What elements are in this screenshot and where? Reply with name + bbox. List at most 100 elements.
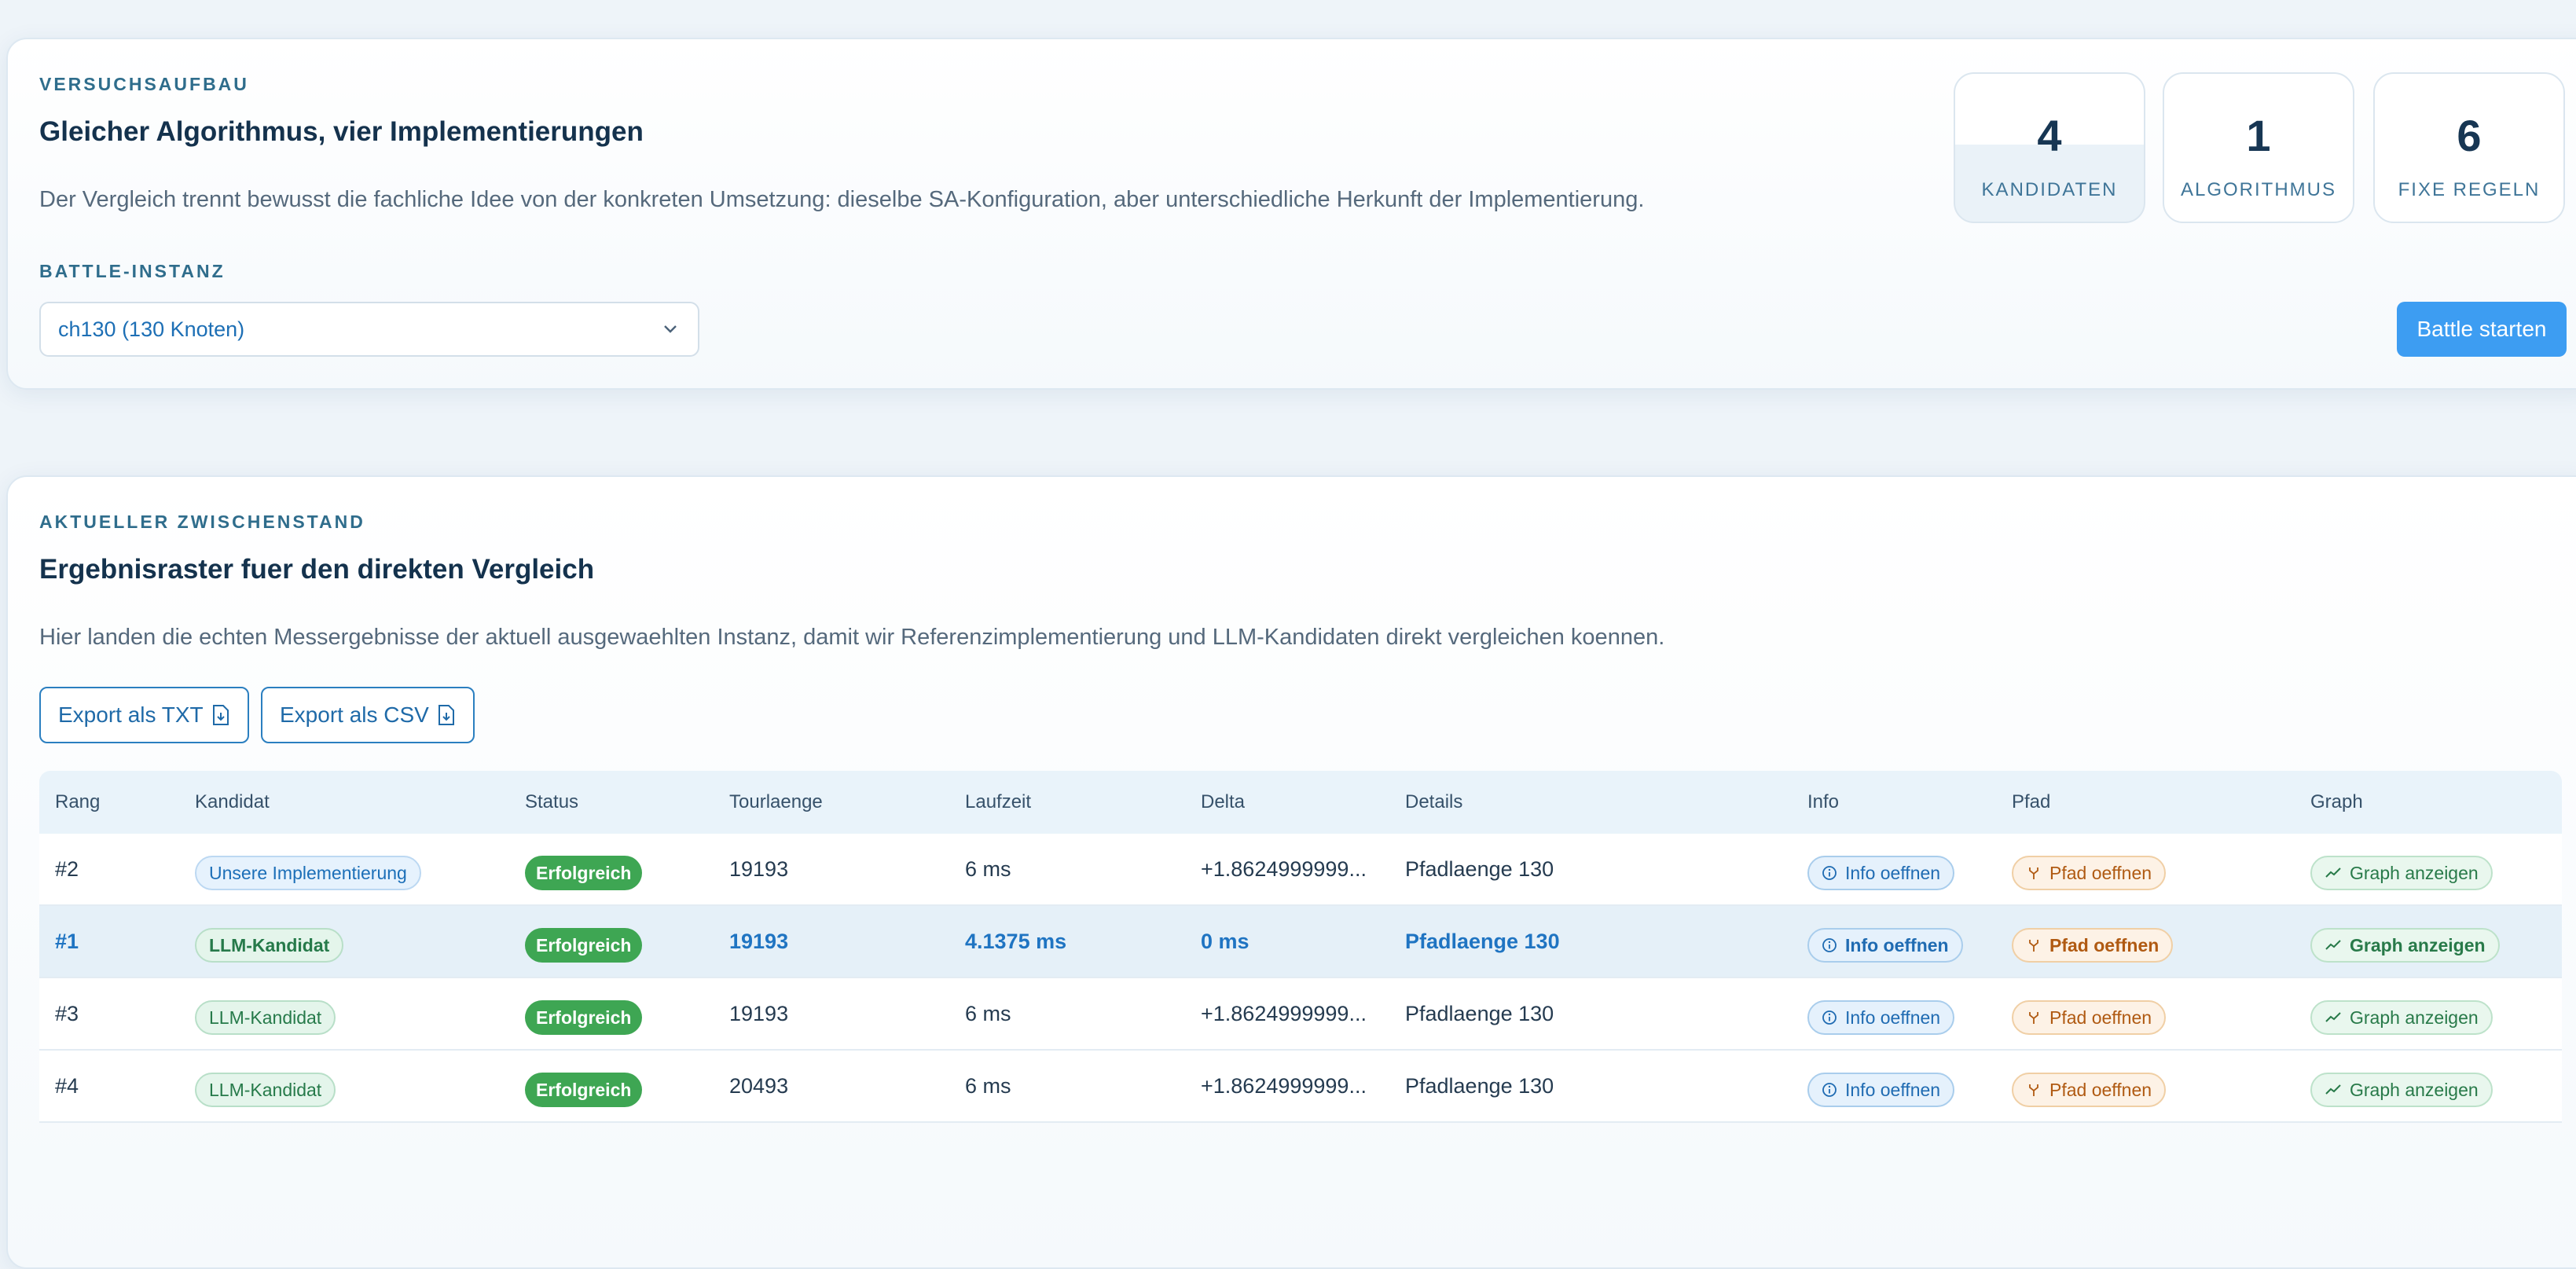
info-open-button[interactable]: Info oeffnen xyxy=(1807,856,1955,890)
info-open-label: Info oeffnen xyxy=(1845,1079,1941,1100)
export-txt-label: Export als TXT xyxy=(58,702,204,727)
table-row: #3 LLM-Kandidat Erfolgreich 19193 6 ms +… xyxy=(39,978,2562,1051)
stat-rules-value: 6 xyxy=(2457,111,2482,160)
stat-algorithm-label: ALGORITHMUS xyxy=(2180,179,2336,200)
col-path: Pfad xyxy=(2012,791,2051,812)
chevron-down-icon xyxy=(664,325,677,333)
path-fork-icon xyxy=(2029,1084,2038,1096)
graph-show-button[interactable]: Graph anzeigen xyxy=(2310,1073,2493,1107)
delta-cell: 0 ms xyxy=(1201,930,1249,953)
col-tour: Tourlaenge xyxy=(729,791,823,812)
tour-length-cell: 19193 xyxy=(729,857,789,881)
graph-show-label: Graph anzeigen xyxy=(2350,934,2486,955)
runtime-cell: 6 ms xyxy=(965,857,1011,881)
rank-cell: #1 xyxy=(55,930,79,953)
instance-select-value: ch130 (130 Knoten) xyxy=(58,317,245,341)
status-badge: Erfolgreich xyxy=(525,856,643,890)
setup-eyebrow: VERSUCHSAUFBAU xyxy=(39,74,249,94)
trend-line-icon xyxy=(2325,867,2341,878)
stat-rules: 6 FIXE REGELN xyxy=(2373,72,2565,223)
instance-select[interactable]: ch130 (130 Knoten) xyxy=(39,302,699,357)
stat-algorithm-value: 1 xyxy=(2246,111,2271,160)
delta-cell: +1.8624999999... xyxy=(1201,857,1367,881)
info-icon xyxy=(1822,1010,1837,1025)
setup-card: VERSUCHSAUFBAU Gleicher Algorithmus, vie… xyxy=(6,38,2576,390)
results-description: Hier landen die echten Messergebnisse de… xyxy=(39,625,1665,650)
candidate-badge: LLM-Kandidat xyxy=(195,1073,336,1107)
rank-cell: #4 xyxy=(55,1074,79,1098)
results-table: Rang Kandidat Status Tourlaenge Laufzeit… xyxy=(39,771,2562,1123)
col-graph: Graph xyxy=(2310,791,2363,812)
path-open-button[interactable]: Pfad oeffnen xyxy=(2012,856,2167,890)
trend-line-icon xyxy=(2325,1012,2341,1022)
export-csv-button[interactable]: Export als CSV xyxy=(261,687,475,743)
candidate-badge: LLM-Kandidat xyxy=(195,928,344,963)
info-icon xyxy=(1822,866,1837,880)
delta-cell: +1.8624999999... xyxy=(1201,1074,1367,1098)
results-title: Ergebnisraster fuer den direkten Verglei… xyxy=(39,554,595,585)
graph-show-button[interactable]: Graph anzeigen xyxy=(2310,1000,2493,1035)
results-card: AKTUELLER ZWISCHENSTAND Ergebnisraster f… xyxy=(6,475,2576,1269)
trend-line-icon xyxy=(2325,1084,2341,1095)
graph-show-button[interactable]: Graph anzeigen xyxy=(2310,856,2493,890)
path-fork-icon xyxy=(2029,1012,2038,1024)
instance-label: BATTLE-INSTANZ xyxy=(39,261,226,281)
col-delta: Delta xyxy=(1201,791,1246,812)
runtime-cell: 6 ms xyxy=(965,1074,1011,1098)
export-csv-label: Export als CSV xyxy=(280,702,429,727)
path-fork-icon xyxy=(2029,867,2038,879)
path-open-button[interactable]: Pfad oeffnen xyxy=(2012,928,2174,963)
setup-title: Gleicher Algorithmus, vier Implementieru… xyxy=(39,116,644,147)
info-icon xyxy=(1822,1083,1837,1097)
export-txt-button[interactable]: Export als TXT xyxy=(39,687,249,743)
rank-cell: #2 xyxy=(55,857,79,881)
col-candidate: Kandidat xyxy=(195,791,270,812)
path-fork-icon xyxy=(2029,940,2038,952)
results-eyebrow: AKTUELLER ZWISCHENSTAND xyxy=(39,512,365,532)
details-cell: Pfadlaenge 130 xyxy=(1405,857,1554,881)
status-badge: Erfolgreich xyxy=(525,1073,643,1107)
status-badge: Erfolgreich xyxy=(525,1000,643,1035)
table-row: #2 Unsere Implementierung Erfolgreich 19… xyxy=(39,834,2562,906)
details-cell: Pfadlaenge 130 xyxy=(1405,930,1560,953)
graph-show-label: Graph anzeigen xyxy=(2350,1007,2479,1028)
info-open-button[interactable]: Info oeffnen xyxy=(1807,928,1963,963)
candidate-badge: Unsere Implementierung xyxy=(195,856,421,890)
path-open-button[interactable]: Pfad oeffnen xyxy=(2012,1073,2167,1107)
runtime-cell: 6 ms xyxy=(965,1002,1011,1025)
graph-show-button[interactable]: Graph anzeigen xyxy=(2310,928,2500,963)
file-download-icon xyxy=(212,705,229,725)
path-open-label: Pfad oeffnen xyxy=(2049,1079,2152,1100)
stat-candidates-label: KANDIDATEN xyxy=(1981,179,2118,200)
col-status: Status xyxy=(525,791,579,812)
delta-cell: +1.8624999999... xyxy=(1201,1002,1367,1025)
stat-candidates-value: 4 xyxy=(2037,111,2062,160)
path-open-label: Pfad oeffnen xyxy=(2049,862,2152,883)
graph-show-label: Graph anzeigen xyxy=(2350,1079,2479,1100)
tour-length-cell: 20493 xyxy=(729,1074,789,1098)
info-open-button[interactable]: Info oeffnen xyxy=(1807,1073,1955,1107)
rank-cell: #3 xyxy=(55,1002,79,1025)
col-info: Info xyxy=(1807,791,1840,812)
graph-show-label: Graph anzeigen xyxy=(2350,862,2479,883)
table-row: #1 LLM-Kandidat Erfolgreich 19193 4.1375… xyxy=(39,906,2562,978)
details-cell: Pfadlaenge 130 xyxy=(1405,1074,1554,1098)
tour-length-cell: 19193 xyxy=(729,930,789,953)
setup-description: Der Vergleich trennt bewusst die fachlic… xyxy=(39,187,1645,212)
tour-length-cell: 19193 xyxy=(729,1002,789,1025)
status-badge: Erfolgreich xyxy=(525,928,643,963)
details-cell: Pfadlaenge 130 xyxy=(1405,1002,1554,1025)
start-battle-button[interactable]: Battle starten xyxy=(2397,302,2567,357)
stat-rules-label: FIXE REGELN xyxy=(2398,179,2541,200)
trend-line-icon xyxy=(2325,940,2341,950)
runtime-cell: 4.1375 ms xyxy=(965,930,1067,953)
stat-algorithm: 1 ALGORITHMUS xyxy=(2163,72,2354,223)
path-open-button[interactable]: Pfad oeffnen xyxy=(2012,1000,2167,1035)
file-download-icon xyxy=(438,705,454,725)
info-icon xyxy=(1822,938,1837,952)
col-rank: Rang xyxy=(55,791,101,812)
info-open-button[interactable]: Info oeffnen xyxy=(1807,1000,1955,1035)
table-header: Rang Kandidat Status Tourlaenge Laufzeit… xyxy=(39,771,2562,834)
path-open-label: Pfad oeffnen xyxy=(2049,934,2160,955)
info-open-label: Info oeffnen xyxy=(1845,1007,1941,1028)
